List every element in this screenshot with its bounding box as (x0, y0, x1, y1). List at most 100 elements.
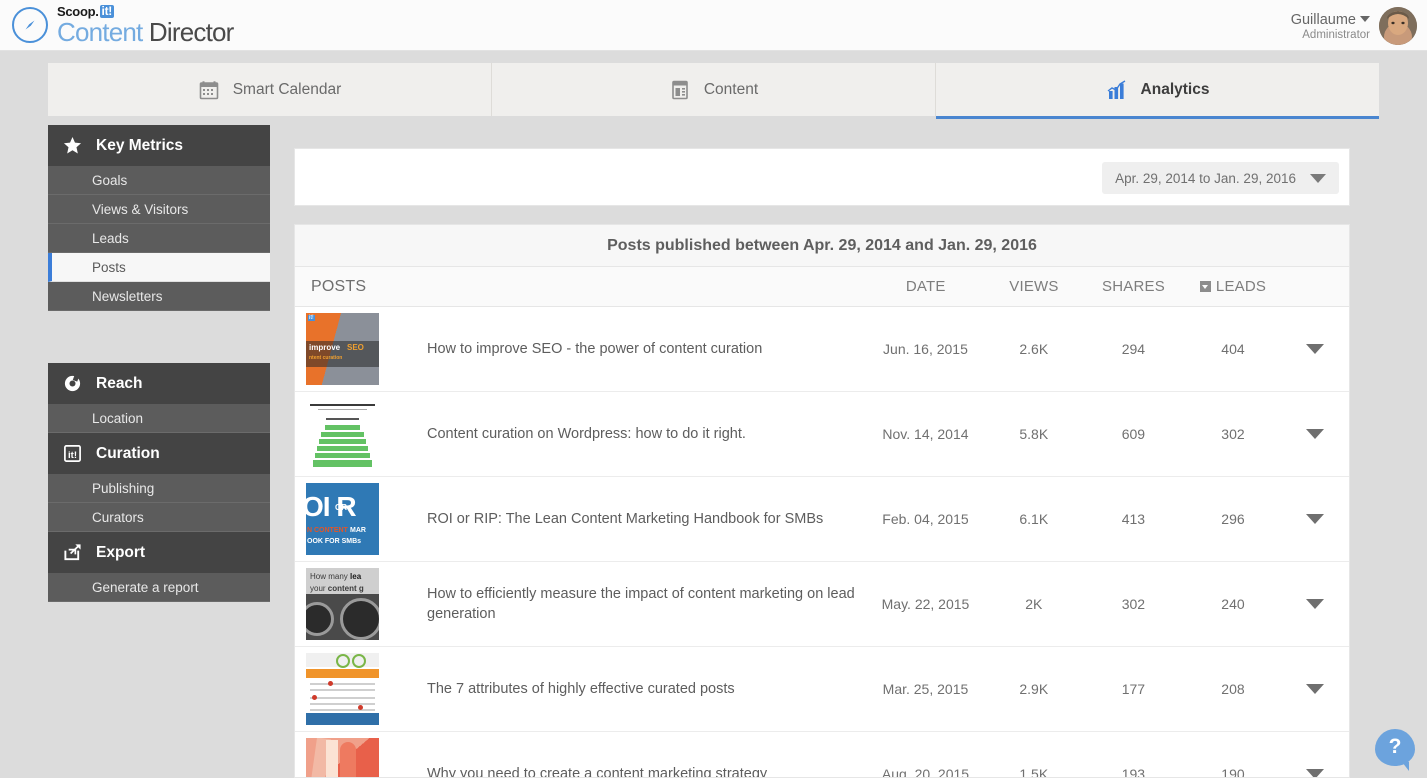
expand-row-button[interactable] (1281, 429, 1349, 439)
sidebar-group-title: Key Metrics (96, 136, 184, 154)
expand-row-button[interactable] (1281, 684, 1349, 694)
post-leads: 404 (1221, 341, 1245, 357)
logo-content-text: Content (57, 17, 143, 47)
tab-content[interactable]: Content (492, 63, 936, 116)
table-row[interactable]: How many lea your content g How to effici… (295, 562, 1349, 647)
post-title[interactable]: How to improve SEO - the power of conten… (427, 339, 857, 359)
sidebar-item-location[interactable]: Location (48, 404, 270, 433)
chevron-down-icon[interactable] (1360, 15, 1370, 22)
sidebar-item-label: Posts (92, 259, 126, 275)
post-shares: 193 (1121, 766, 1146, 778)
post-shares: 302 (1121, 596, 1146, 612)
chevron-down-icon[interactable] (1306, 344, 1325, 354)
sidebar-item-goals[interactable]: Goals (48, 166, 270, 195)
post-shares: 609 (1121, 426, 1146, 442)
calendar-icon (199, 80, 219, 99)
post-date: May. 22, 2015 (881, 596, 970, 612)
post-date: Jun. 16, 2015 (883, 341, 968, 357)
post-leads: 190 (1221, 766, 1245, 778)
sidebar-group-title: Export (96, 543, 146, 561)
tab-label: Analytics (1140, 80, 1210, 98)
star-icon (63, 136, 82, 154)
table-row[interactable]: Why you need to create a content marketi… (295, 732, 1349, 778)
tab-label: Content (703, 80, 759, 98)
column-header-views[interactable]: VIEWS (986, 278, 1083, 295)
tab-label: Smart Calendar (232, 80, 342, 98)
user-meta: Guillaume Administrator (1291, 12, 1370, 41)
help-button[interactable]: ? (1375, 729, 1415, 771)
post-title[interactable]: Why you need to create a content marketi… (427, 764, 857, 777)
sidebar-item-leads[interactable]: Leads (48, 224, 270, 253)
post-shares: 413 (1121, 511, 1146, 527)
post-date: Feb. 04, 2015 (882, 511, 969, 527)
post-title[interactable]: Content curation on Wordpress: how to do… (427, 424, 857, 444)
page-title: Posts published between Apr. 29, 2014 an… (295, 225, 1349, 267)
app-logo[interactable]: Scoop. it! Content Director (12, 5, 234, 45)
chevron-down-icon[interactable] (1306, 769, 1325, 777)
post-leads: 208 (1221, 681, 1245, 697)
svg-text:it!: it! (68, 450, 77, 461)
avatar[interactable] (1379, 7, 1417, 45)
chevron-down-icon[interactable] (1306, 684, 1325, 694)
post-views: 6.1K (1019, 511, 1049, 527)
sidebar-item-generate-a-report[interactable]: Generate a report (48, 573, 270, 602)
export-icon (64, 544, 81, 561)
pie-chart-icon (64, 374, 81, 392)
chevron-down-icon[interactable] (1306, 514, 1325, 524)
chevron-down-icon[interactable] (1306, 599, 1325, 609)
post-shares: 177 (1121, 681, 1146, 697)
tab-smart-calendar[interactable]: Smart Calendar (48, 63, 492, 116)
post-leads: 296 (1221, 511, 1245, 527)
column-header-posts[interactable]: POSTS (295, 278, 866, 296)
tab-analytics[interactable]: Analytics (936, 63, 1379, 119)
table-row[interactable]: Content curation on Wordpress: how to do… (295, 392, 1349, 477)
sort-desc-icon[interactable] (1199, 281, 1211, 292)
column-header-leads[interactable]: LEADS (1185, 278, 1282, 295)
user-menu[interactable]: Guillaume Administrator (1291, 7, 1417, 45)
thumb-strategy (306, 738, 379, 777)
table-row[interactable]: it! improve SEO ntent curation How to impr… (295, 307, 1349, 392)
post-views: 2K (1025, 596, 1043, 612)
table-row[interactable]: OI R OR N CONTENT MAR OOK FOR SMBs ROI or R… (295, 477, 1349, 562)
post-title[interactable]: The 7 attributes of highly effective cur… (427, 679, 857, 699)
sidebar-item-views-visitors[interactable]: Views & Visitors (48, 195, 270, 224)
sidebar-item-posts[interactable]: Posts (48, 253, 270, 282)
post-cell: The 7 attributes of highly effective cur… (295, 653, 866, 725)
post-date: Aug. 20, 2015 (881, 766, 970, 778)
expand-row-button[interactable] (1281, 599, 1349, 609)
expand-row-button[interactable] (1281, 344, 1349, 354)
sidebar-item-curators[interactable]: Curators (48, 503, 270, 532)
expand-row-button[interactable] (1281, 769, 1349, 777)
column-header-leads-label: LEADS (1215, 278, 1267, 295)
post-shares: 294 (1121, 341, 1146, 357)
thumb-wordpress-curation (306, 398, 379, 470)
sidebar-item-label: Generate a report (92, 579, 199, 595)
sidebar-item-label: Location (92, 410, 144, 426)
expand-row-button[interactable] (1281, 514, 1349, 524)
post-title[interactable]: How to efficiently measure the impact of… (427, 584, 857, 624)
column-header-date[interactable]: DATE (866, 278, 986, 295)
sidebar-group-export: Export (48, 532, 270, 573)
logo-text: Scoop. it! Content Director (57, 5, 234, 47)
sidebar: Key Metrics Goals Views & Visitors Leads… (48, 125, 270, 602)
question-mark-icon: ? (1388, 735, 1402, 758)
column-header-shares[interactable]: SHARES (1082, 278, 1184, 295)
user-role: Administrator (1302, 28, 1370, 41)
date-range-selector[interactable]: Apr. 29, 2014 to Jan. 29, 2016 (1102, 162, 1339, 194)
thumb-7-attributes (306, 653, 379, 725)
posts-table-card: Posts published between Apr. 29, 2014 an… (294, 224, 1350, 778)
date-range-value: Apr. 29, 2014 to Jan. 29, 2016 (1115, 170, 1296, 186)
sidebar-group-key-metrics: Key Metrics (48, 125, 270, 166)
post-views: 2.6K (1019, 341, 1049, 357)
table-header-row: POSTS DATE VIEWS SHARES LEADS (295, 267, 1349, 307)
post-leads: 302 (1221, 426, 1245, 442)
table-row[interactable]: The 7 attributes of highly effective cur… (295, 647, 1349, 732)
post-title[interactable]: ROI or RIP: The Lean Content Marketing H… (427, 509, 857, 529)
chevron-down-icon[interactable] (1306, 429, 1325, 439)
sidebar-item-newsletters[interactable]: Newsletters (48, 282, 270, 311)
sidebar-item-publishing[interactable]: Publishing (48, 474, 270, 503)
main-tabs: Smart Calendar Content Analytics (48, 63, 1379, 119)
thumb-improve-seo: it! improve SEO ntent curation (306, 313, 379, 385)
sidebar-group-curation: it! Curation (48, 433, 270, 474)
